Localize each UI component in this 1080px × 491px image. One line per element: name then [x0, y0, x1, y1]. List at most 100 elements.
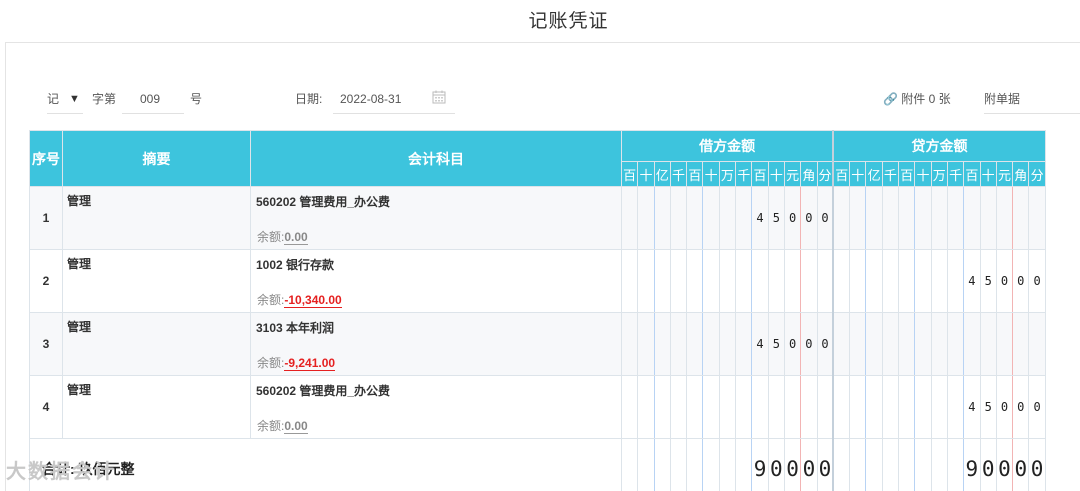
entry-credit-digit[interactable]: 0: [995, 375, 1014, 439]
entry-credit-digit[interactable]: [995, 186, 1014, 250]
entry-debit-digit[interactable]: [783, 249, 802, 313]
entry-debit-digit[interactable]: [751, 249, 769, 313]
entry-credit-digit[interactable]: [881, 375, 900, 439]
total-credit-digit[interactable]: [946, 438, 965, 491]
total-credit-digit[interactable]: [881, 438, 900, 491]
entry-credit-digit[interactable]: [849, 186, 867, 250]
entry-row[interactable]: 2 管理 1002 银行存款 余额:-10,340.00 4 5 0 0 0: [29, 249, 1046, 313]
entry-credit-digit[interactable]: 4: [963, 375, 981, 439]
entry-debit-digit[interactable]: [637, 249, 655, 313]
entry-credit-digit[interactable]: [849, 375, 867, 439]
entry-credit-digit[interactable]: [979, 312, 997, 376]
entry-credit-digit[interactable]: [865, 249, 883, 313]
total-credit-digit[interactable]: 0: [1012, 438, 1030, 491]
entry-credit-digit[interactable]: [865, 312, 883, 376]
entry-credit-digit[interactable]: [881, 312, 900, 376]
entry-debit-digit[interactable]: 0: [800, 186, 818, 250]
entry-row[interactable]: 4 管理 560202 管理费用_办公费 余额:0.00 4 5 0 0 0: [29, 375, 1046, 439]
entry-debit-digit[interactable]: [669, 186, 688, 250]
entry-row[interactable]: 3 管理 3103 本年利润 余额:-9,241.00 4 5 0 0 0: [29, 312, 1046, 376]
entry-debit-digit[interactable]: [686, 375, 704, 439]
entry-credit-digit[interactable]: [832, 249, 851, 313]
entry-debit-digit[interactable]: [816, 249, 835, 313]
entry-debit-digit[interactable]: [620, 375, 639, 439]
total-debit-digit[interactable]: [620, 438, 639, 491]
total-debit-digit[interactable]: [686, 438, 704, 491]
entry-debit-digit[interactable]: 0: [783, 312, 802, 376]
entry-debit-digit[interactable]: [669, 312, 688, 376]
entry-credit-digit[interactable]: 4: [963, 249, 981, 313]
entry-credit-digit[interactable]: [849, 249, 867, 313]
entry-credit-digit[interactable]: [914, 249, 932, 313]
entry-credit-digit[interactable]: [914, 312, 932, 376]
date-input[interactable]: 2022-08-31: [333, 90, 455, 114]
entry-debit-digit[interactable]: 0: [816, 312, 835, 376]
entry-credit-digit[interactable]: [930, 249, 948, 313]
entry-summary[interactable]: 管理: [62, 249, 251, 313]
total-credit-digit[interactable]: [832, 438, 851, 491]
entry-summary[interactable]: 管理: [62, 186, 251, 250]
entry-credit-digit[interactable]: [930, 312, 948, 376]
entry-debit-digit[interactable]: [718, 249, 737, 313]
calendar-icon[interactable]: [432, 90, 446, 109]
entry-debit-digit[interactable]: [735, 312, 753, 376]
entry-credit-digit[interactable]: [881, 249, 900, 313]
entry-debit-digit[interactable]: [686, 249, 704, 313]
entry-debit-digit[interactable]: [702, 375, 720, 439]
total-debit-digit[interactable]: [718, 438, 737, 491]
entry-account[interactable]: 560202 管理费用_办公费 余额:0.00: [250, 186, 622, 250]
entry-row[interactable]: 1 管理 560202 管理费用_办公费 余额:0.00 4 5 0 0 0: [29, 186, 1046, 250]
entry-debit-digit[interactable]: [620, 186, 639, 250]
entry-summary[interactable]: 管理: [62, 312, 251, 376]
entry-debit-digit[interactable]: [718, 375, 737, 439]
entry-debit-digit[interactable]: [702, 249, 720, 313]
entry-credit-digit[interactable]: [946, 249, 965, 313]
entry-account[interactable]: 3103 本年利润 余额:-9,241.00: [250, 312, 622, 376]
entry-debit-digit[interactable]: [637, 375, 655, 439]
entry-summary[interactable]: 管理: [62, 375, 251, 439]
entry-debit-digit[interactable]: [637, 312, 655, 376]
entry-debit-digit[interactable]: [718, 312, 737, 376]
entry-credit-digit[interactable]: [930, 186, 948, 250]
total-debit-digit[interactable]: [669, 438, 688, 491]
entry-debit-digit[interactable]: [783, 375, 802, 439]
entry-debit-digit[interactable]: [702, 186, 720, 250]
total-debit-digit[interactable]: 0: [816, 438, 835, 491]
entry-debit-digit[interactable]: [718, 186, 737, 250]
entry-credit-digit[interactable]: 0: [995, 249, 1014, 313]
attached-documents-input[interactable]: 附单据: [984, 90, 1080, 114]
entry-credit-digit[interactable]: [1028, 186, 1046, 250]
entry-credit-digit[interactable]: [849, 312, 867, 376]
entry-debit-digit[interactable]: [653, 186, 671, 250]
entry-credit-digit[interactable]: [898, 375, 916, 439]
entry-credit-digit[interactable]: 0: [1012, 375, 1030, 439]
entry-debit-digit[interactable]: [653, 249, 671, 313]
entry-credit-digit[interactable]: [865, 375, 883, 439]
total-credit-digit[interactable]: 0: [1028, 438, 1046, 491]
entry-credit-digit[interactable]: [963, 186, 981, 250]
entry-debit-digit[interactable]: 5: [767, 312, 785, 376]
entry-account[interactable]: 560202 管理费用_办公费 余额:0.00: [250, 375, 622, 439]
total-credit-digit[interactable]: 9: [963, 438, 981, 491]
entry-credit-digit[interactable]: [898, 249, 916, 313]
entry-debit-digit[interactable]: [620, 249, 639, 313]
entry-debit-digit[interactable]: [800, 375, 818, 439]
entry-debit-digit[interactable]: 0: [816, 186, 835, 250]
entry-debit-digit[interactable]: [767, 249, 785, 313]
entry-account[interactable]: 1002 银行存款 余额:-10,340.00: [250, 249, 622, 313]
entry-debit-digit[interactable]: [669, 249, 688, 313]
total-debit-digit[interactable]: 0: [767, 438, 785, 491]
voucher-word-select[interactable]: 记 ▼: [47, 90, 83, 114]
entry-credit-digit[interactable]: [1028, 312, 1046, 376]
entry-credit-digit[interactable]: 0: [1012, 249, 1030, 313]
entry-debit-digit[interactable]: [735, 249, 753, 313]
entry-debit-digit[interactable]: [686, 312, 704, 376]
entry-debit-digit[interactable]: [669, 375, 688, 439]
total-debit-digit[interactable]: 9: [751, 438, 769, 491]
entry-debit-digit[interactable]: [751, 375, 769, 439]
entry-credit-digit[interactable]: [865, 186, 883, 250]
total-credit-digit[interactable]: [930, 438, 948, 491]
entry-debit-digit[interactable]: 4: [751, 186, 769, 250]
entry-debit-digit[interactable]: 0: [783, 186, 802, 250]
total-credit-digit[interactable]: [849, 438, 867, 491]
